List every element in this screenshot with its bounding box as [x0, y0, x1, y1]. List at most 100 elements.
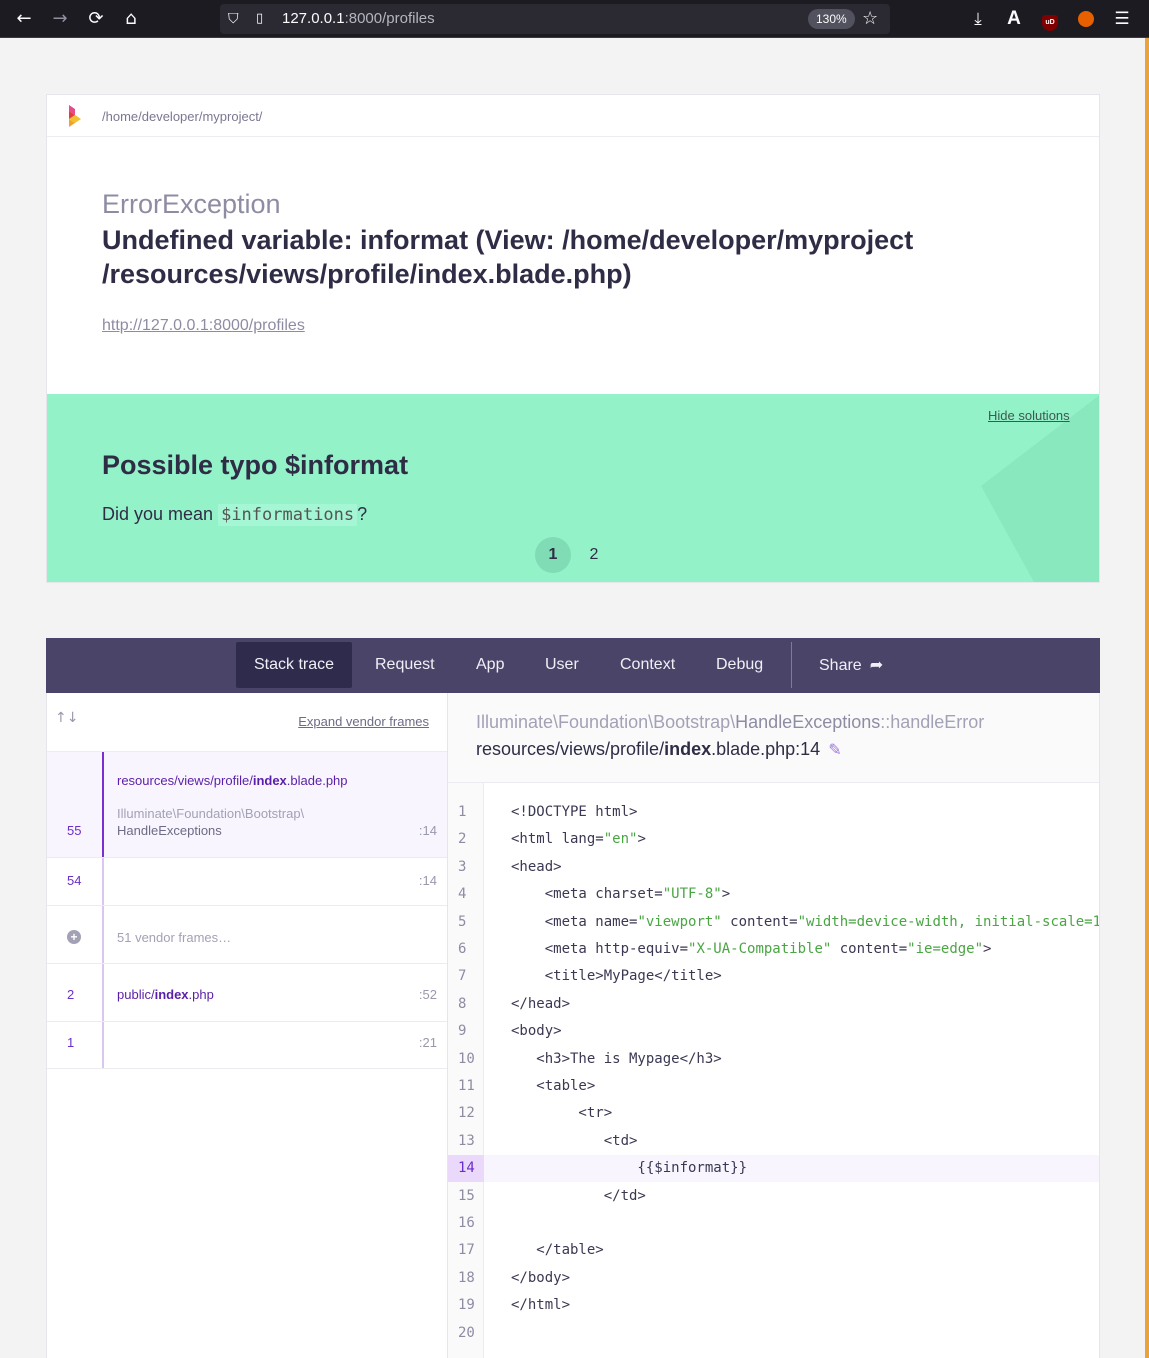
code-line-number: 20 [458, 1324, 475, 1341]
code-line: 19 </html> [448, 1292, 1099, 1319]
reload-icon[interactable]: ⟳ [83, 7, 109, 31]
frame-file-prefix: public/ [117, 987, 155, 1002]
code-line-number: 10 [458, 1050, 475, 1067]
frame-number: 54 [67, 873, 82, 888]
share-arrow-icon: ➦ [869, 655, 884, 674]
url-host: 127.0.0.1 [282, 10, 345, 27]
page-icon[interactable]: ▯ [256, 10, 270, 28]
frame-line: :21 [418, 1035, 437, 1050]
extension-fox-icon[interactable] [1074, 7, 1098, 31]
code-file-suffix: .blade.php:14 [711, 739, 821, 759]
tab-user[interactable]: User [527, 642, 597, 688]
bookmark-star-icon[interactable]: ☆ [862, 7, 878, 31]
frame-class-name: HandleExceptions [117, 823, 222, 838]
code-line-text: <meta charset="UTF-8"> [511, 886, 731, 903]
code-line-text: <meta name="viewport" content="width=dev… [511, 913, 1100, 930]
code-line-number: 13 [458, 1132, 475, 1149]
exception-class: ErrorException [102, 189, 281, 219]
code-class-name: HandleExceptions [735, 712, 881, 732]
tab-context[interactable]: Context [602, 642, 693, 688]
code-viewer: Illuminate\Foundation\Bootstrap\HandleEx… [448, 693, 1100, 1358]
solution-desc-suffix: ? [357, 504, 368, 524]
code-line: 20 [448, 1320, 1099, 1347]
frame-rail [102, 1022, 104, 1068]
address-bar[interactable]: ⛉ ▯ 127.0.0.1:8000/profiles 130% ☆ [220, 4, 890, 34]
frame-rail [102, 858, 104, 905]
code-line-text: <head> [511, 858, 562, 875]
exception-message-line1: Undefined variable: informat (View: /hom… [102, 225, 914, 255]
hide-solutions-button[interactable]: Hide solutions [988, 408, 1070, 423]
zoom-badge[interactable]: 130% [808, 9, 855, 29]
expand-vendor-frames-button[interactable]: Expand vendor frames [298, 714, 429, 729]
browser-toolbar: ← → ⟳ ⌂ ⛉ ▯ 127.0.0.1:8000/profiles 130%… [0, 0, 1149, 38]
code-line: 3 <head> [448, 854, 1099, 881]
tab-debug[interactable]: Debug [698, 642, 781, 688]
code-file-bold: index [664, 739, 712, 759]
exception-message-line2: /resources/views/profile/index.blade.php… [102, 259, 632, 289]
code-line: 12 <tr> [448, 1100, 1099, 1127]
tab-request[interactable]: Request [357, 642, 453, 688]
frame-number: 55 [67, 823, 82, 838]
expand-plus-icon[interactable]: + [67, 930, 81, 944]
tab-stack-trace[interactable]: Stack trace [236, 642, 353, 688]
code-line-number: 14 [448, 1155, 484, 1183]
code-line-number: 4 [458, 886, 467, 903]
code-line-number: 6 [458, 941, 467, 957]
code-line: 10 <h3>The is Mypage</h3> [448, 1046, 1099, 1073]
request-url-link[interactable]: http://127.0.0.1:8000/profiles [102, 317, 305, 335]
code-line-number: 19 [458, 1297, 475, 1314]
stack-frame-2[interactable]: 2 public/index.php :52 [47, 963, 447, 1021]
code-line-number: 12 [458, 1105, 475, 1122]
code-line-number: 2 [458, 831, 467, 848]
exception-message: Undefined variable: informat (View: /hom… [102, 223, 1002, 291]
home-icon[interactable]: ⌂ [118, 7, 144, 31]
code-line: 14 {{$informat}} [448, 1155, 1099, 1183]
code-line-text: </html> [511, 1297, 571, 1314]
solution-title: Possible typo $informat [102, 450, 409, 480]
tab-app[interactable]: App [458, 642, 522, 688]
code-line-number: 8 [458, 995, 467, 1012]
code-class-prefix: Illuminate\Foundation\Bootstrap\ [476, 712, 736, 732]
code-method: ::handleError [880, 712, 985, 732]
solution-page-1[interactable]: 1 [535, 537, 571, 573]
code-line-text: <!DOCTYPE html> [511, 804, 638, 820]
shield-icon[interactable]: ⛉ [228, 10, 244, 28]
code-class-path: Illuminate\Foundation\Bootstrap\HandleEx… [476, 712, 984, 733]
code-line-number: 7 [458, 968, 467, 985]
frame-rail [102, 906, 104, 963]
error-card: /home/developer/myproject/ ErrorExceptio… [46, 94, 1100, 583]
download-icon[interactable]: ⤓ [966, 7, 990, 31]
url-text[interactable]: 127.0.0.1:8000/profiles [282, 10, 435, 28]
edit-pencil-icon[interactable]: ✎ [828, 740, 841, 759]
code-line-text: <meta http-equiv="X-UA-Compatible" conte… [511, 941, 992, 957]
stack-frame-54[interactable]: 54 :14 [47, 857, 447, 905]
frame-file: resources/views/profile/index.blade.php [117, 773, 348, 788]
code-file-path: resources/views/profile/index.blade.php:… [476, 739, 842, 760]
ublock-icon[interactable]: uD [1038, 7, 1062, 31]
code-line-number: 15 [458, 1187, 475, 1204]
frame-rail [102, 964, 104, 1021]
frame-file-bold: index [154, 987, 189, 1002]
forward-arrow-icon[interactable]: → [47, 7, 73, 31]
stack-frame-55[interactable]: resources/views/profile/index.blade.php … [47, 751, 447, 857]
menu-icon[interactable]: ☰ [1110, 7, 1134, 31]
code-line: 11 <table> [448, 1073, 1099, 1100]
stack-frame-1[interactable]: 1 :21 [47, 1021, 447, 1069]
code-line-text: <title>MyPage</title> [511, 968, 722, 985]
tab-share[interactable]: Share ➦ [801, 642, 901, 688]
vendor-frames-collapsed[interactable]: + 51 vendor frames… [47, 905, 447, 963]
back-arrow-icon[interactable]: ← [11, 7, 37, 31]
sort-arrows-icon[interactable]: ↑↓ [55, 710, 78, 726]
tab-share-label: Share [819, 657, 862, 674]
url-rest: :8000/profiles [344, 10, 435, 27]
frame-number: 1 [67, 1035, 75, 1050]
frame-line: :14 [418, 823, 437, 838]
code-line: 13 <td> [448, 1128, 1099, 1155]
vendor-frames-label: 51 vendor frames… [117, 930, 232, 945]
frame-file-suffix: .php [188, 987, 214, 1002]
tab-bar: Stack trace Request App User Context Deb… [46, 638, 1100, 693]
code-line-text: </head> [511, 995, 571, 1012]
reader-mode-icon[interactable]: A [1002, 7, 1026, 31]
solution-page-2[interactable]: 2 [576, 537, 612, 573]
solution-panel: Hide solutions Possible typo $informat D… [47, 394, 1099, 582]
